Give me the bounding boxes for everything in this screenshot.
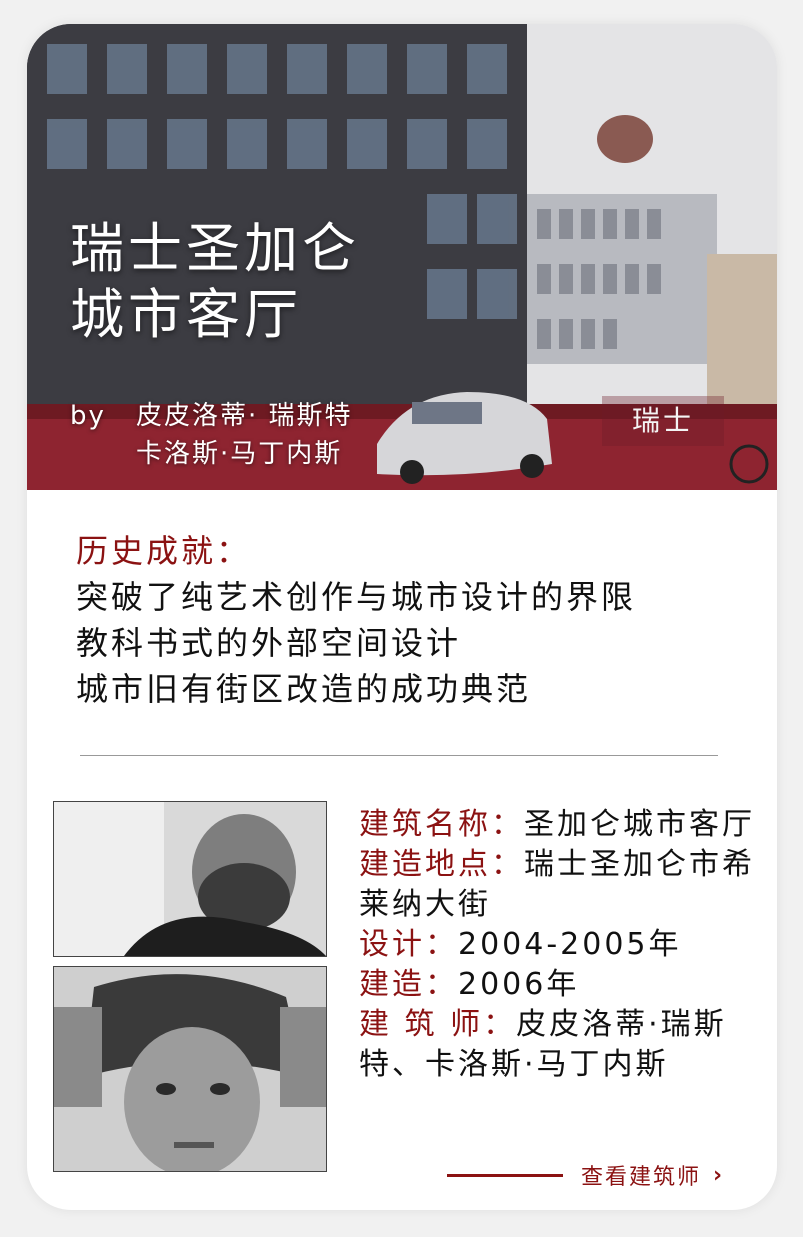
by-label: by	[70, 401, 106, 431]
detail-label: 建造：	[359, 967, 458, 1002]
detail-label: 建筑名称：	[359, 807, 524, 842]
architect-photo-male	[53, 801, 327, 957]
detail-value: 2006年	[458, 967, 580, 1002]
hero-title-line1: 瑞士圣加仑	[70, 217, 360, 280]
achievements-title: 历史成就：	[76, 532, 252, 570]
detail-label: 建造地点：	[359, 847, 524, 882]
hero-image: 瑞士圣加仑 城市客厅 by 皮皮洛蒂· 瑞斯特 卡洛斯·马丁内斯 瑞士	[27, 24, 777, 490]
country-tag: 瑞士	[602, 396, 724, 446]
detail-build: 建造：2006年	[359, 965, 759, 1005]
detail-value: 圣加仑城市客厅	[524, 807, 755, 842]
achievements-section: 历史成就： 突破了纯艺术创作与城市设计的界限 教科书式的外部空间设计 城市旧有街…	[76, 528, 636, 712]
detail-design: 设计：2004-2005年	[359, 925, 759, 965]
hero-title-line2: 城市客厅	[70, 283, 302, 346]
detail-architect: 建 筑 师：皮皮洛蒂·瑞斯特、卡洛斯·马丁内斯	[359, 1005, 759, 1085]
hero-title: 瑞士圣加仑 城市客厅	[70, 216, 360, 348]
detail-location: 建造地点：瑞士圣加仑市希莱纳大街	[359, 845, 759, 925]
architects-line1: 皮皮洛蒂· 瑞斯特	[136, 401, 353, 431]
view-architects-label: 查看建筑师	[581, 1165, 702, 1190]
achievement-item: 突破了纯艺术创作与城市设计的界限	[76, 578, 637, 616]
detail-label: 设计：	[359, 927, 458, 962]
section-divider	[80, 755, 718, 756]
building-details: 建筑名称：圣加仑城市客厅 建造地点：瑞士圣加仑市希莱纳大街 设计：2004-20…	[359, 805, 759, 1085]
achievement-item: 城市旧有街区改造的成功典范	[76, 670, 532, 708]
chevron-right-icon: ›	[713, 1162, 725, 1188]
detail-label: 建 筑 师：	[359, 1007, 517, 1042]
achievement-item: 教科书式的外部空间设计	[76, 624, 462, 662]
link-decor-line	[447, 1173, 563, 1177]
view-architects-link[interactable]: 查看建筑师 ›	[447, 1157, 724, 1193]
architect-photo-female	[53, 966, 327, 1172]
detail-value: 2004-2005年	[458, 927, 682, 962]
architects-line2: 卡洛斯·马丁内斯	[136, 439, 343, 469]
architecture-card: 瑞士圣加仑 城市客厅 by 皮皮洛蒂· 瑞斯特 卡洛斯·马丁内斯 瑞士 历史成就…	[27, 24, 777, 1210]
detail-name: 建筑名称：圣加仑城市客厅	[359, 805, 759, 845]
